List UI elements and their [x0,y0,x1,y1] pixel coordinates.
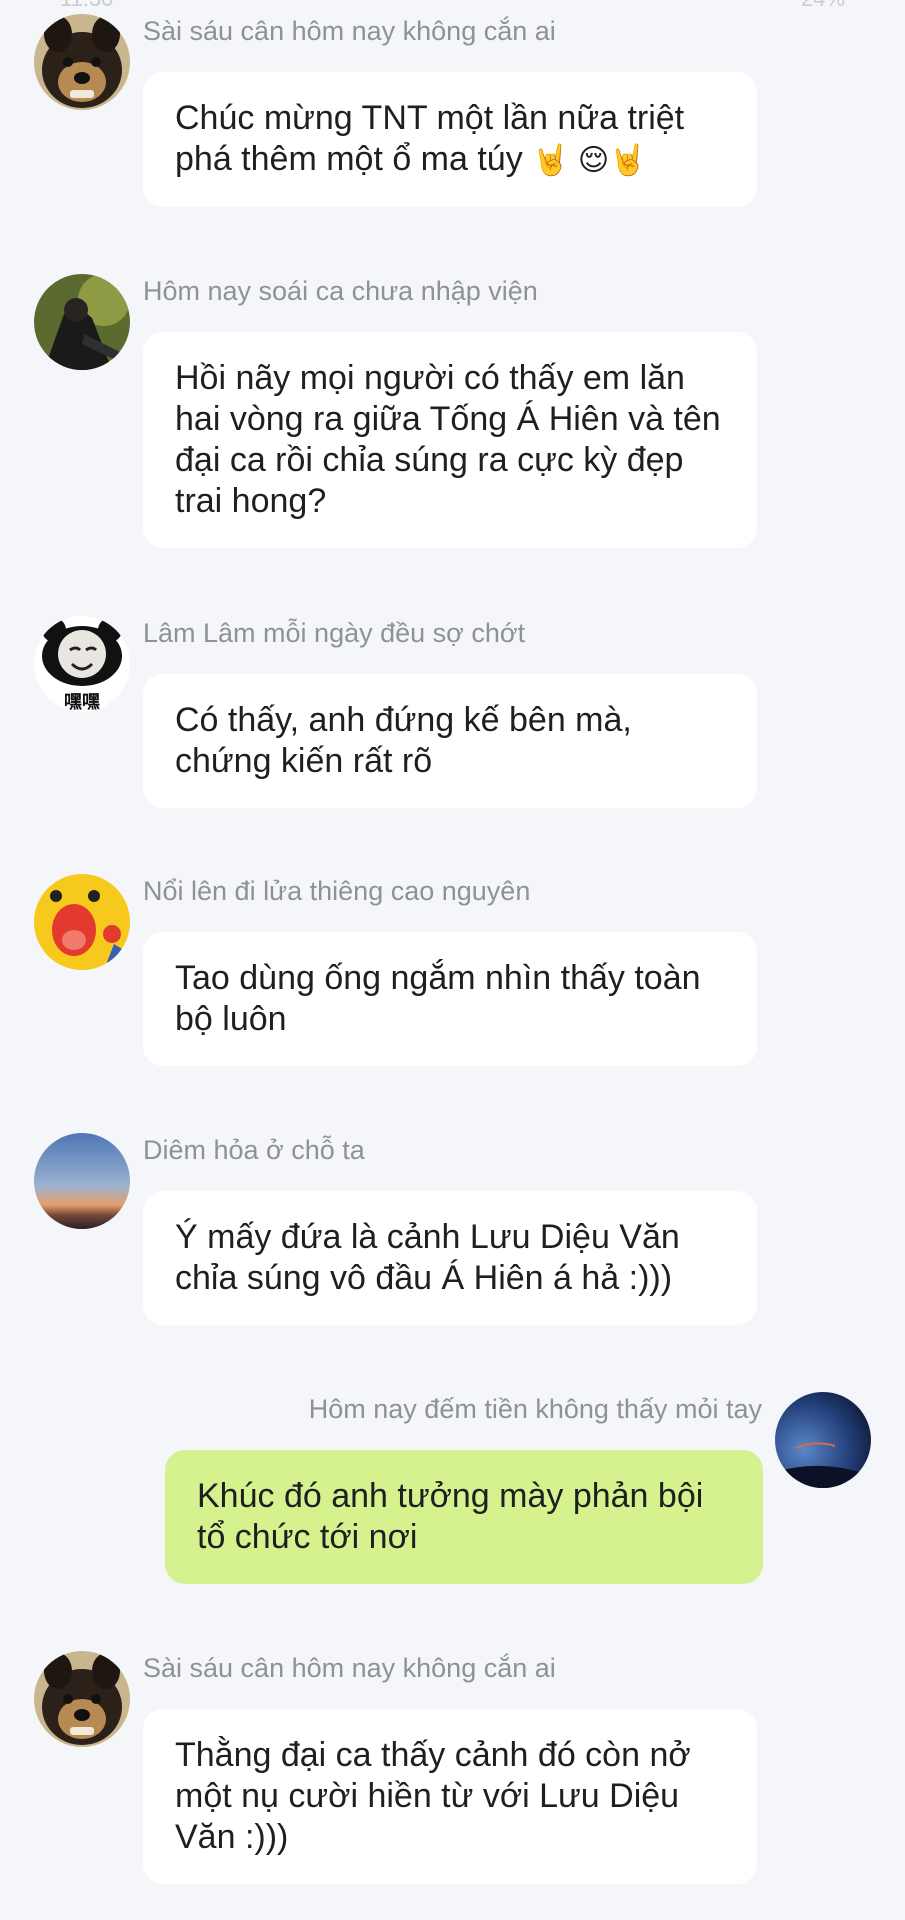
sender-name: Sài sáu cân hôm nay không cắn ai [143,16,556,46]
sunset-avatar[interactable] [34,1133,130,1229]
message-bubble[interactable]: Tao dùng ống ngắm nhìn thấy toàn bộ luôn [143,932,757,1066]
person-avatar[interactable] [34,274,130,370]
dog-avatar[interactable] [34,14,130,110]
sender-name: Nổi lên đi lửa thiêng cao nguyên [143,876,531,906]
message-bubble[interactable]: Hồi nãy mọi người có thấy em lăn hai vòn… [143,332,757,548]
message-text: Có thấy, anh đứng kế bên mà, chứng kiến … [175,701,632,780]
message-bubble[interactable]: Ý mấy đứa là cảnh Lưu Diệu Văn chỉa súng… [143,1191,757,1325]
message-bubble[interactable]: Thằng đại ca thấy cảnh đó còn nở một nụ … [143,1709,757,1884]
avatar-caption: 嘿嘿 [64,692,100,712]
message-bubble[interactable]: Khúc đó anh tưởng mày phản bội tổ chức t… [165,1450,763,1584]
message-text: Hồi nãy mọi người có thấy em lăn hai vòn… [175,359,721,520]
panda-meme-avatar[interactable]: 嘿嘿 [34,616,130,712]
sender-name: Sài sáu cân hôm nay không cắn ai [143,1653,556,1683]
pikachu-avatar[interactable] [34,874,130,970]
message-text: Thằng đại ca thấy cảnh đó còn nở một nụ … [175,1736,691,1856]
message-bubble[interactable]: Chúc mừng TNT một lần nữa triệt phá thêm… [143,72,757,207]
sender-name: Lâm Lâm mỗi ngày đều sợ chớt [143,618,526,648]
sender-name: Diêm hỏa ở chỗ ta [143,1135,365,1165]
dog-avatar[interactable] [34,1651,130,1747]
message-emojis: 🤘 😌🤘 [532,144,647,177]
message-bubble[interactable]: Có thấy, anh đứng kế bên mà, chứng kiến … [143,674,757,808]
status-time: 11:30 [60,0,113,12]
message-text: Ý mấy đứa là cảnh Lưu Diệu Văn chỉa súng… [175,1218,680,1297]
night-sky-avatar[interactable] [775,1392,871,1488]
status-battery: 24% [801,0,845,12]
sender-name: Hôm nay soái ca chưa nhập viện [143,276,538,306]
message-text: Tao dùng ống ngắm nhìn thấy toàn bộ luôn [175,959,701,1038]
message-text: Khúc đó anh tưởng mày phản bội tổ chức t… [197,1477,704,1556]
sender-name: Hôm nay đếm tiền không thấy mỏi tay [308,1394,762,1424]
status-bar: 11:30 24% [0,0,905,12]
